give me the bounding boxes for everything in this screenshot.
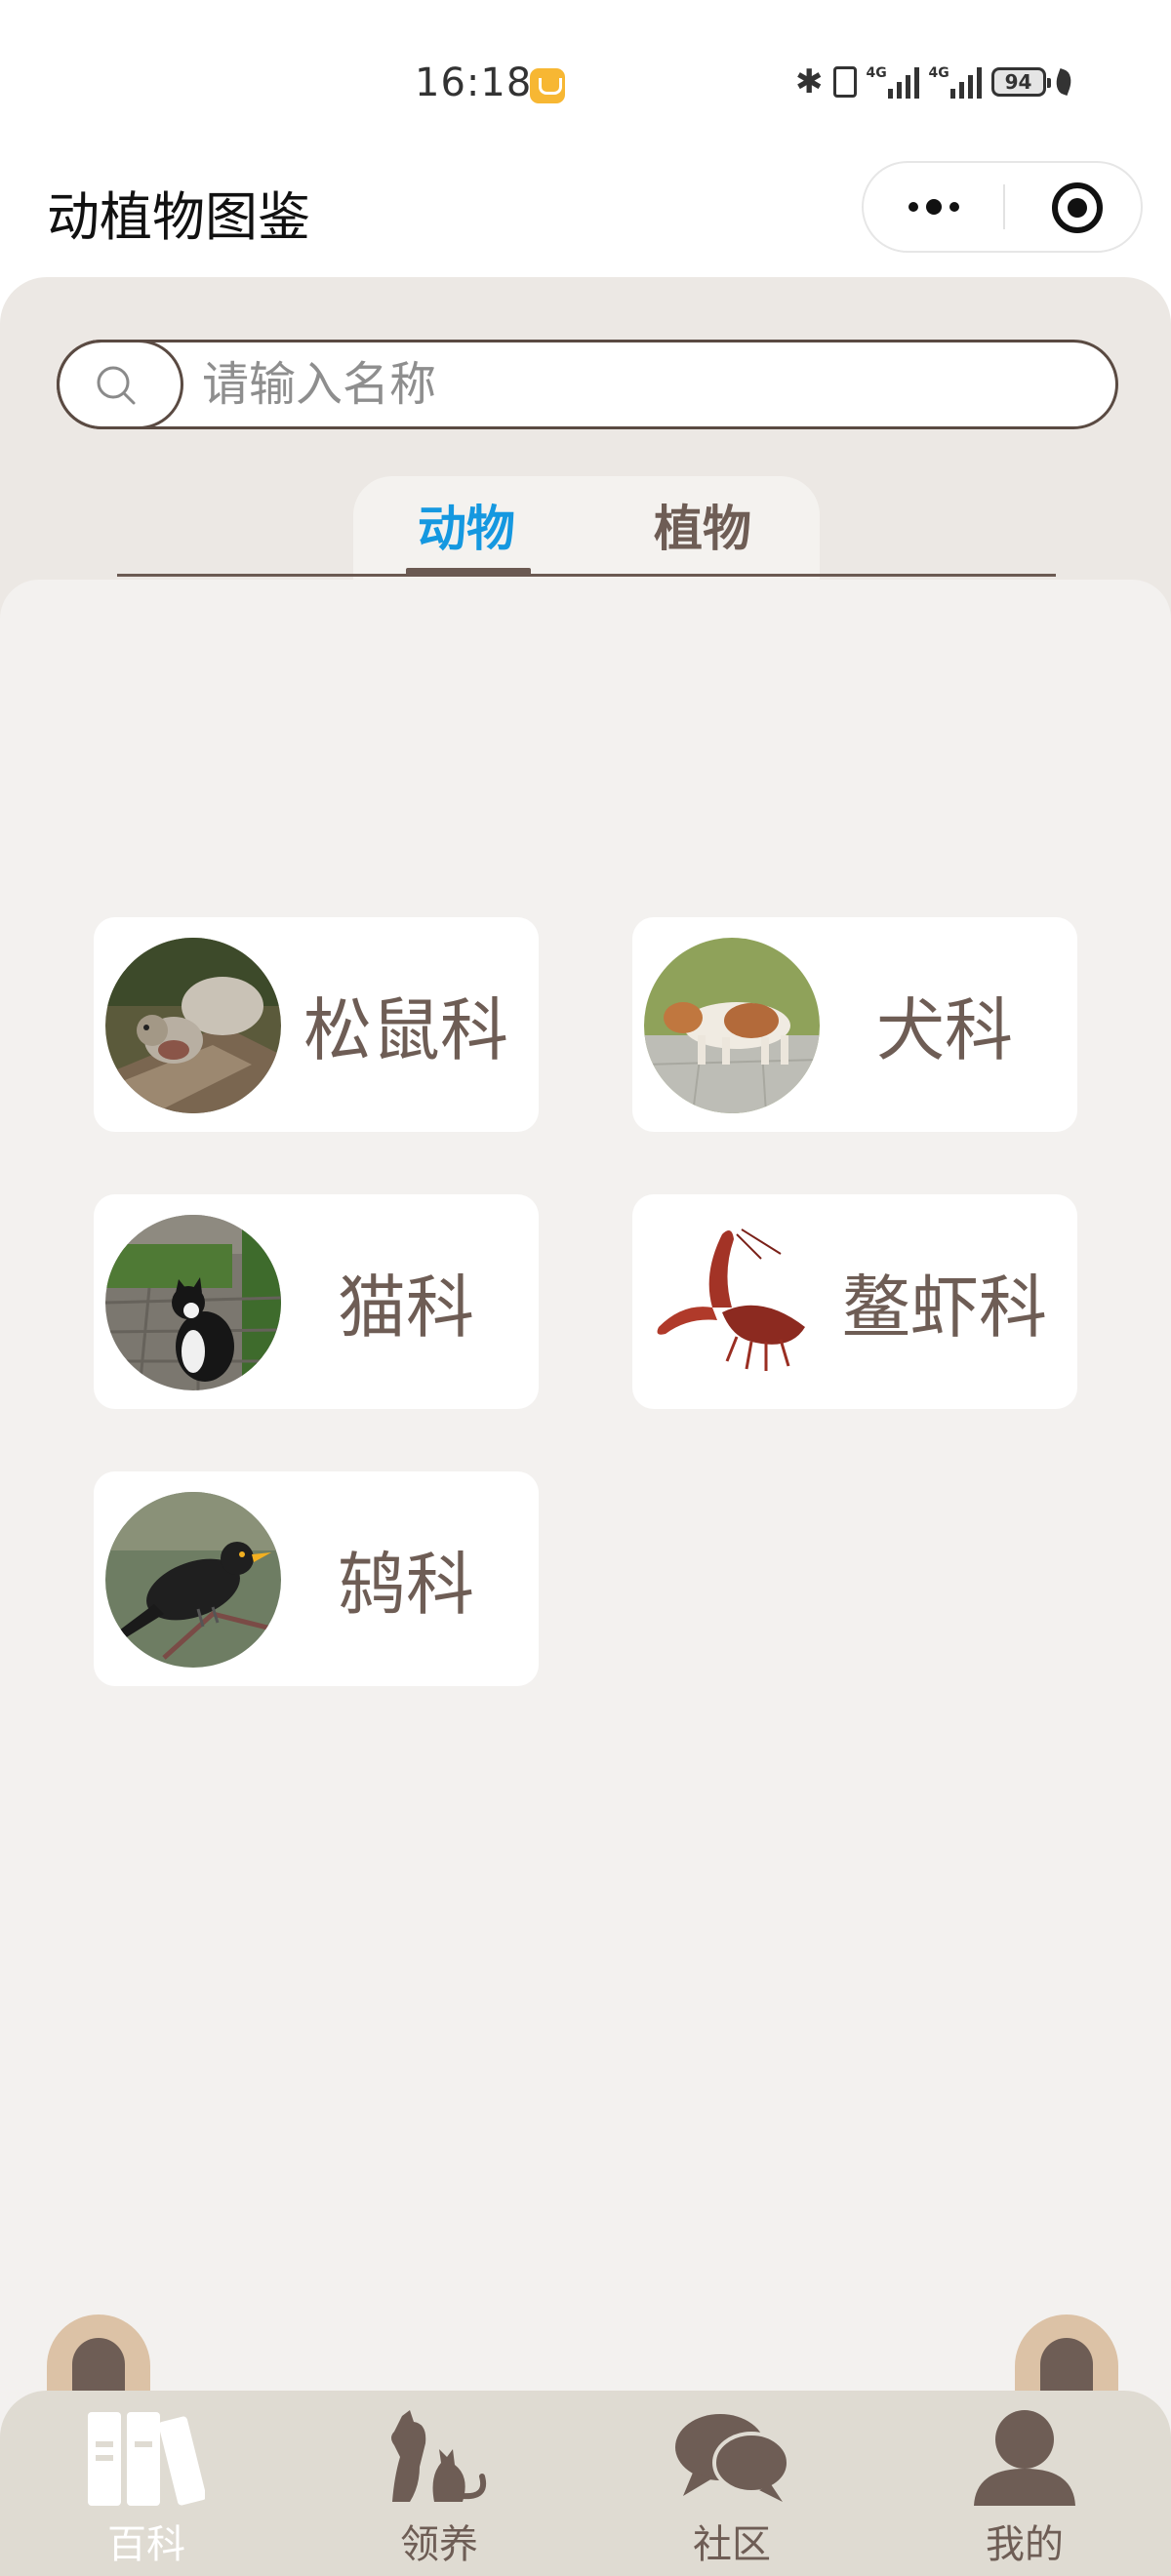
crayfish-photo — [644, 1215, 820, 1390]
thrush-photo — [105, 1492, 281, 1668]
search-input[interactable] — [202, 342, 1080, 426]
dog-cat-icon — [391, 2410, 486, 2502]
vibrate-icon — [832, 66, 857, 98]
tab-animals[interactable]: 动物 — [418, 490, 515, 560]
tabs-divider — [117, 574, 1056, 577]
tab-plants[interactable]: 植物 — [654, 490, 751, 560]
network-type: 4G — [866, 65, 887, 81]
tabbar-item-encyclopedia[interactable]: 百科 — [0, 2391, 293, 2576]
battery-level: 94 — [1004, 70, 1032, 94]
bluetooth-icon: ✱ — [795, 62, 824, 101]
content-panel: 动物 植物 松鼠科 — [0, 277, 1171, 2576]
power-saving-icon — [1051, 67, 1075, 97]
chat-bubbles-icon — [675, 2414, 790, 2502]
category-list: 松鼠科 犬科 猫科 鳌虾科 鸫科 — [0, 580, 1171, 2576]
category-label: 犬科 — [876, 989, 1013, 1070]
capsule-divider — [1003, 184, 1005, 229]
more-dot-icon — [925, 199, 942, 215]
tabbar-item-profile[interactable]: 我的 — [878, 2391, 1171, 2576]
category-tabs: 动物 植物 — [353, 476, 820, 584]
search-bar[interactable] — [57, 340, 1118, 429]
network-type: 4G — [928, 65, 949, 81]
tabbar-item-community[interactable]: 社区 — [586, 2391, 878, 2576]
category-card-cat[interactable]: 猫科 — [94, 1194, 539, 1409]
category-label: 鳌虾科 — [842, 1267, 1047, 1348]
page-title: 动植物图鉴 — [47, 186, 310, 248]
dog-photo — [644, 938, 820, 1113]
bottom-tab-bar: 百科 领养 社区 我的 — [0, 2391, 1171, 2576]
signal-icon: 4G — [929, 65, 982, 99]
more-button[interactable] — [864, 163, 1003, 251]
category-card-crayfish[interactable]: 鳌虾科 — [632, 1194, 1077, 1409]
category-label: 猫科 — [338, 1267, 474, 1348]
squirrel-photo — [105, 938, 281, 1113]
person-icon — [974, 2410, 1075, 2506]
app-notification-icon — [530, 68, 565, 103]
category-label: 鸫科 — [338, 1544, 474, 1625]
tabbar-label: 百科 — [107, 2522, 185, 2567]
status-time: 16:18 — [415, 60, 533, 105]
category-card-squirrel[interactable]: 松鼠科 — [94, 917, 539, 1132]
tabbar-label: 领养 — [400, 2522, 478, 2567]
miniprogram-capsule — [862, 161, 1143, 253]
category-card-thrush[interactable]: 鸫科 — [94, 1471, 539, 1686]
more-dot-icon — [908, 202, 918, 212]
category-card-dog[interactable]: 犬科 — [632, 917, 1077, 1132]
tabbar-item-adopt[interactable]: 领养 — [293, 2391, 586, 2576]
close-miniprogram-button[interactable] — [1052, 182, 1103, 233]
search-button[interactable] — [57, 340, 183, 429]
cat-photo — [105, 1215, 281, 1390]
tabbar-label: 社区 — [693, 2522, 771, 2567]
category-label: 松鼠科 — [303, 989, 508, 1070]
signal-icon: 4G — [867, 65, 919, 99]
more-dot-icon — [949, 202, 959, 212]
status-indicators: ✱ 4G 4G 94 — [795, 62, 1075, 101]
battery-icon: 94 — [990, 67, 1051, 97]
books-icon — [88, 2412, 205, 2506]
status-bar: 16:18 ✱ 4G 4G 94 — [0, 0, 1171, 166]
search-icon — [97, 366, 136, 405]
tabbar-label: 我的 — [986, 2522, 1064, 2567]
